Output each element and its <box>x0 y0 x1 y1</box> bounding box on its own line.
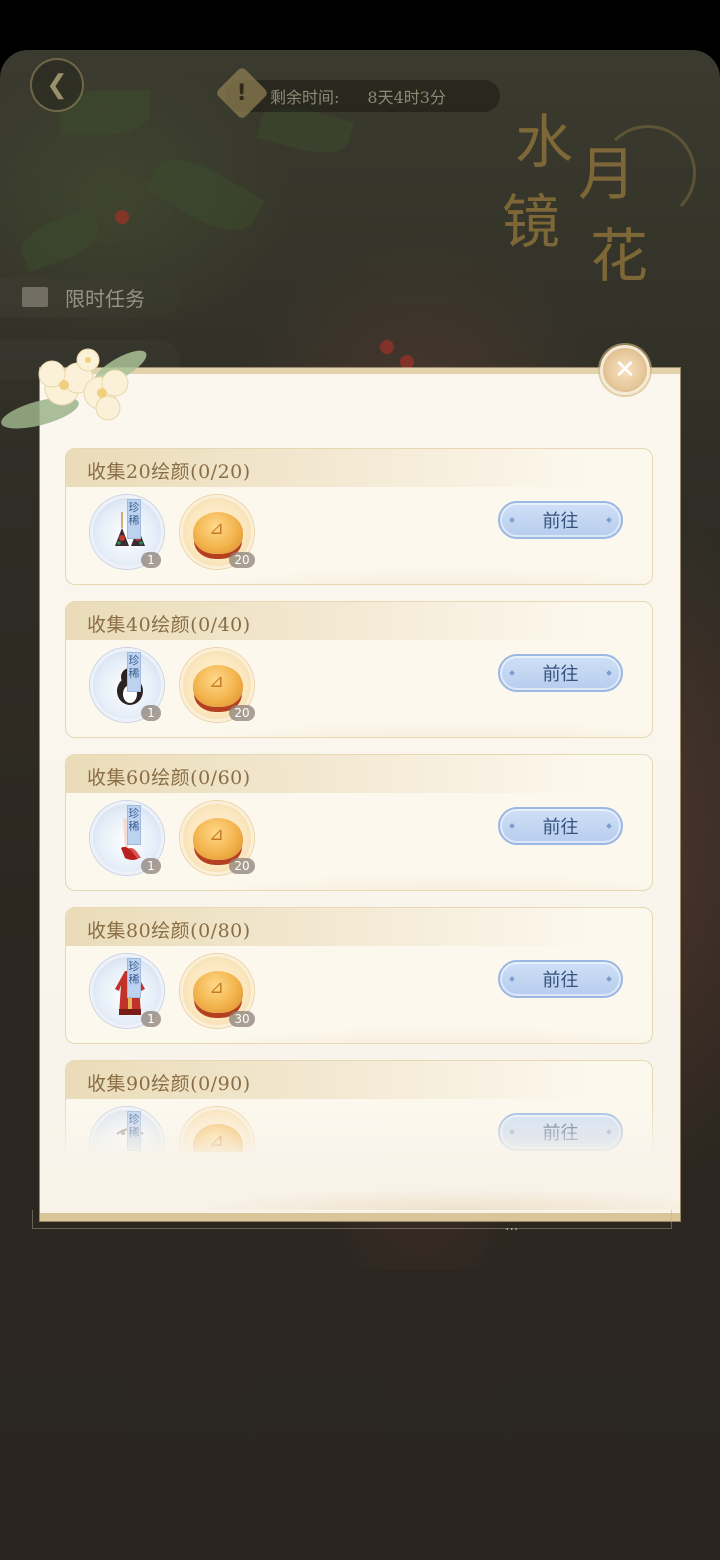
background-flower <box>400 355 414 369</box>
item-quantity: 1 <box>141 552 161 568</box>
limited-task-label: 限时任务 <box>65 286 145 311</box>
timer-label: 剩余时间: <box>270 88 340 107</box>
more-indicator: ... <box>505 1218 519 1234</box>
event-title-logo: 水 月 镜 花 <box>490 105 696 300</box>
currency-quantity: 20 <box>229 858 255 874</box>
item-quantity: 1 <box>141 705 161 721</box>
rare-badge: 珍稀 <box>127 652 141 692</box>
go-button[interactable]: 前往 <box>498 1113 623 1151</box>
currency-icon <box>193 818 243 860</box>
currency-icon <box>193 665 243 707</box>
rare-badge: 珍稀 <box>127 958 141 998</box>
rare-badge: 珍稀 <box>127 499 141 539</box>
task-icon <box>22 287 48 307</box>
currency-icon <box>193 971 243 1013</box>
back-button[interactable]: ❮ <box>30 58 84 112</box>
task-card: 收集80绘颜(0/80) 珍稀 1 30 前往 <box>65 907 653 1044</box>
currency-icon <box>193 512 243 554</box>
rare-badge: 珍稀 <box>127 805 141 845</box>
currency-quantity: 30 <box>229 1011 255 1027</box>
limited-task-tab[interactable]: 限时任务 <box>0 277 180 317</box>
task-list[interactable]: 收集20绘颜(0/20) 珍稀 1 20 前往 收集40绘颜(0/40) <box>65 448 653 1152</box>
task-card: 收集90绘颜(0/90) 珍稀 前往 <box>65 1060 653 1152</box>
background-flower <box>380 340 394 354</box>
item-quantity: 1 <box>141 1011 161 1027</box>
currency-icon <box>193 1124 243 1152</box>
task-title: 收集40绘颜(0/40) <box>87 614 251 636</box>
item-quantity: 1 <box>141 858 161 874</box>
background-leaf <box>144 145 266 245</box>
modal-frame <box>32 1210 672 1229</box>
task-title: 收集80绘颜(0/80) <box>87 920 251 942</box>
currency-quantity: 20 <box>229 705 255 721</box>
currency-quantity: 20 <box>229 552 255 568</box>
timer-value: 8天4时3分 <box>367 88 446 107</box>
close-icon: ✕ <box>614 355 636 385</box>
flower-decoration-icon <box>1 348 147 429</box>
go-button[interactable]: 前往 <box>498 501 623 539</box>
close-button[interactable]: ✕ <box>600 345 650 395</box>
reward-currency[interactable] <box>180 1107 254 1152</box>
remaining-time-bar: ! 剩余时间: 8天4时3分 <box>215 66 500 120</box>
task-card: 收集60绘颜(0/60) 珍稀 1 20 前往 <box>65 754 653 891</box>
task-card: 收集20绘颜(0/20) 珍稀 1 20 前往 <box>65 448 653 585</box>
go-button[interactable]: 前往 <box>498 960 623 998</box>
rare-badge: 珍稀 <box>127 1111 141 1151</box>
task-title: 收集90绘颜(0/90) <box>87 1073 251 1095</box>
modal-wave-decoration <box>40 1165 680 1210</box>
task-card: 收集40绘颜(0/40) 珍稀 1 20 前往 <box>65 601 653 738</box>
back-arrow-icon: ❮ <box>46 70 68 100</box>
go-button[interactable]: 前往 <box>498 807 623 845</box>
background-leaf <box>15 207 105 273</box>
background-flower <box>115 210 129 224</box>
task-title: 收集60绘颜(0/60) <box>87 767 251 789</box>
task-title: 收集20绘颜(0/20) <box>87 461 251 483</box>
go-button[interactable]: 前往 <box>498 654 623 692</box>
